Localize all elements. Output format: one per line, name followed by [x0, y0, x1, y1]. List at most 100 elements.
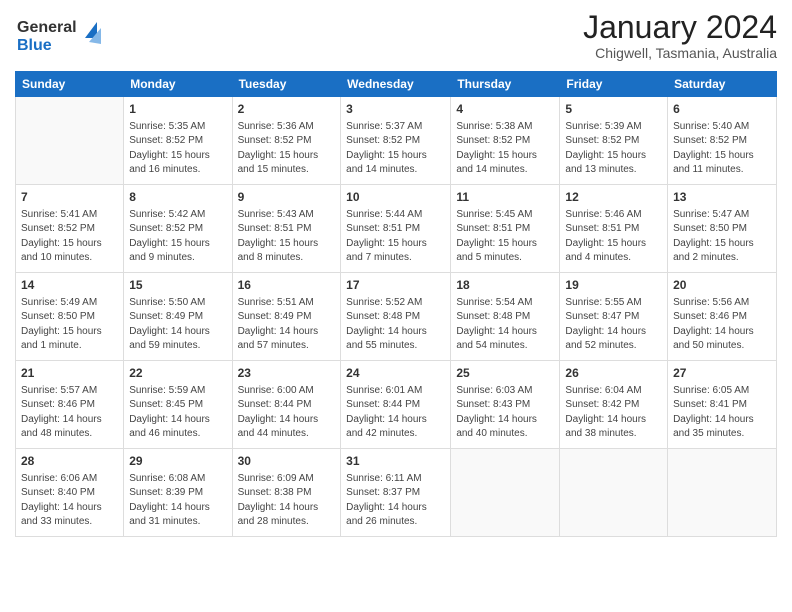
table-row: 31 Sunrise: 6:11 AM Sunset: 8:37 PM Dayli…	[341, 449, 451, 537]
table-row: 3 Sunrise: 5:37 AM Sunset: 8:52 PM Daylig…	[341, 97, 451, 185]
calendar-week-row: 21Sunrise: 5:57 AM Sunset: 8:46 PM Dayli…	[16, 361, 777, 449]
logo-icon: General Blue	[15, 10, 110, 58]
day-number: 11	[456, 189, 554, 206]
calendar-header-row: Sunday Monday Tuesday Wednesday Thursday…	[16, 72, 777, 97]
main-title: January 2024	[583, 10, 777, 45]
header: General Blue January 2024 Chigwell, Tasm…	[15, 10, 777, 63]
day-info: Sunrise: 6:11 AM Sunset: 8:37 PM Dayligh…	[346, 472, 445, 530]
day-number: 22	[129, 365, 226, 382]
day-number: 17	[346, 277, 445, 294]
day-info: Sunrise: 5:37 AM Sunset: 8:52 PM Dayligh…	[346, 120, 445, 178]
table-row: 9Sunrise: 5:43 AM Sunset: 8:51 PM Daylig…	[232, 185, 341, 273]
table-row: 17Sunrise: 5:52 AM Sunset: 8:48 PM Dayli…	[341, 273, 451, 361]
day-info: Sunrise: 6:03 AM Sunset: 8:43 PM Dayligh…	[456, 384, 554, 442]
day-number: 15	[129, 277, 226, 294]
day-number: 13	[673, 189, 771, 206]
day-info: Sunrise: 5:41 AM Sunset: 8:52 PM Dayligh…	[21, 208, 118, 266]
table-row: 10Sunrise: 5:44 AM Sunset: 8:51 PM Dayli…	[341, 185, 451, 273]
day-info: Sunrise: 5:46 AM Sunset: 8:51 PM Dayligh…	[565, 208, 662, 266]
day-number: 4	[456, 101, 554, 118]
day-number: 7	[21, 189, 118, 206]
table-row: 23 Sunrise: 6:00 AM Sunset: 8:44 PM Dayli…	[232, 361, 341, 449]
day-number: 1	[129, 101, 226, 118]
table-row: 15 Sunrise: 5:50 AM Sunset: 8:49 PM Dayli…	[124, 273, 232, 361]
day-number: 18	[456, 277, 554, 294]
day-info: Sunrise: 5:45 AM Sunset: 8:51 PM Dayligh…	[456, 208, 554, 266]
day-number: 23	[238, 365, 336, 382]
table-row: 25 Sunrise: 6:03 AM Sunset: 8:43 PM Dayli…	[451, 361, 560, 449]
table-row	[668, 449, 777, 537]
day-info: Sunrise: 6:01 AM Sunset: 8:44 PM Dayligh…	[346, 384, 445, 442]
calendar-table: Sunday Monday Tuesday Wednesday Thursday…	[15, 71, 777, 537]
day-number: 19	[565, 277, 662, 294]
day-info: Sunrise: 5:42 AM Sunset: 8:52 PM Dayligh…	[129, 208, 226, 266]
table-row: 29 Sunrise: 6:08 AM Sunset: 8:39 PM Dayli…	[124, 449, 232, 537]
day-number: 8	[129, 189, 226, 206]
calendar-week-row: 1 Sunrise: 5:35 AM Sunset: 8:52 PM Daylig…	[16, 97, 777, 185]
table-row: 19 Sunrise: 5:55 AM Sunset: 8:47 PM Dayli…	[560, 273, 668, 361]
table-row: 12 Sunrise: 5:46 AM Sunset: 8:51 PM Dayli…	[560, 185, 668, 273]
col-tuesday: Tuesday	[232, 72, 341, 97]
day-info: Sunrise: 5:50 AM Sunset: 8:49 PM Dayligh…	[129, 296, 226, 354]
table-row: 26 Sunrise: 6:04 AM Sunset: 8:42 PM Dayli…	[560, 361, 668, 449]
day-number: 21	[21, 365, 118, 382]
table-row: 7 Sunrise: 5:41 AM Sunset: 8:52 PM Daylig…	[16, 185, 124, 273]
calendar-week-row: 14 Sunrise: 5:49 AM Sunset: 8:50 PM Dayli…	[16, 273, 777, 361]
day-info: Sunrise: 6:00 AM Sunset: 8:44 PM Dayligh…	[238, 384, 336, 442]
day-info: Sunrise: 6:09 AM Sunset: 8:38 PM Dayligh…	[238, 472, 336, 530]
table-row: 4 Sunrise: 5:38 AM Sunset: 8:52 PM Daylig…	[451, 97, 560, 185]
svg-text:General: General	[17, 19, 77, 36]
table-row: 2Sunrise: 5:36 AM Sunset: 8:52 PM Daylig…	[232, 97, 341, 185]
day-info: Sunrise: 6:05 AM Sunset: 8:41 PM Dayligh…	[673, 384, 771, 442]
day-number: 31	[346, 453, 445, 470]
table-row: 11 Sunrise: 5:45 AM Sunset: 8:51 PM Dayli…	[451, 185, 560, 273]
day-number: 6	[673, 101, 771, 118]
day-number: 3	[346, 101, 445, 118]
day-number: 26	[565, 365, 662, 382]
day-info: Sunrise: 5:38 AM Sunset: 8:52 PM Dayligh…	[456, 120, 554, 178]
page: General Blue January 2024 Chigwell, Tasm…	[0, 0, 792, 612]
calendar-week-row: 28 Sunrise: 6:06 AM Sunset: 8:40 PM Dayli…	[16, 449, 777, 537]
day-info: Sunrise: 5:51 AM Sunset: 8:49 PM Dayligh…	[238, 296, 336, 354]
table-row: 28 Sunrise: 6:06 AM Sunset: 8:40 PM Dayli…	[16, 449, 124, 537]
table-row: 6Sunrise: 5:40 AM Sunset: 8:52 PM Daylig…	[668, 97, 777, 185]
col-sunday: Sunday	[16, 72, 124, 97]
table-row: 5Sunrise: 5:39 AM Sunset: 8:52 PM Daylig…	[560, 97, 668, 185]
day-number: 29	[129, 453, 226, 470]
day-number: 24	[346, 365, 445, 382]
table-row: 30 Sunrise: 6:09 AM Sunset: 8:38 PM Dayli…	[232, 449, 341, 537]
day-info: Sunrise: 5:35 AM Sunset: 8:52 PM Dayligh…	[129, 120, 226, 178]
day-info: Sunrise: 5:44 AM Sunset: 8:51 PM Dayligh…	[346, 208, 445, 266]
col-thursday: Thursday	[451, 72, 560, 97]
table-row	[16, 97, 124, 185]
col-monday: Monday	[124, 72, 232, 97]
col-friday: Friday	[560, 72, 668, 97]
day-info: Sunrise: 5:49 AM Sunset: 8:50 PM Dayligh…	[21, 296, 118, 354]
day-number: 28	[21, 453, 118, 470]
logo: General Blue	[15, 10, 110, 63]
calendar-week-row: 7 Sunrise: 5:41 AM Sunset: 8:52 PM Daylig…	[16, 185, 777, 273]
day-number: 12	[565, 189, 662, 206]
table-row: 18 Sunrise: 5:54 AM Sunset: 8:48 PM Dayli…	[451, 273, 560, 361]
day-info: Sunrise: 5:54 AM Sunset: 8:48 PM Dayligh…	[456, 296, 554, 354]
day-info: Sunrise: 5:55 AM Sunset: 8:47 PM Dayligh…	[565, 296, 662, 354]
day-info: Sunrise: 5:56 AM Sunset: 8:46 PM Dayligh…	[673, 296, 771, 354]
day-info: Sunrise: 6:06 AM Sunset: 8:40 PM Dayligh…	[21, 472, 118, 530]
day-number: 27	[673, 365, 771, 382]
table-row	[560, 449, 668, 537]
col-wednesday: Wednesday	[341, 72, 451, 97]
day-number: 5	[565, 101, 662, 118]
day-number: 14	[21, 277, 118, 294]
day-info: Sunrise: 6:08 AM Sunset: 8:39 PM Dayligh…	[129, 472, 226, 530]
table-row	[451, 449, 560, 537]
table-row: 21Sunrise: 5:57 AM Sunset: 8:46 PM Dayli…	[16, 361, 124, 449]
day-number: 16	[238, 277, 336, 294]
table-row: 24 Sunrise: 6:01 AM Sunset: 8:44 PM Dayli…	[341, 361, 451, 449]
day-info: Sunrise: 6:04 AM Sunset: 8:42 PM Dayligh…	[565, 384, 662, 442]
table-row: 1 Sunrise: 5:35 AM Sunset: 8:52 PM Daylig…	[124, 97, 232, 185]
day-number: 25	[456, 365, 554, 382]
day-info: Sunrise: 5:47 AM Sunset: 8:50 PM Dayligh…	[673, 208, 771, 266]
day-number: 30	[238, 453, 336, 470]
sub-title: Chigwell, Tasmania, Australia	[583, 45, 777, 61]
table-row: 22Sunrise: 5:59 AM Sunset: 8:45 PM Dayli…	[124, 361, 232, 449]
